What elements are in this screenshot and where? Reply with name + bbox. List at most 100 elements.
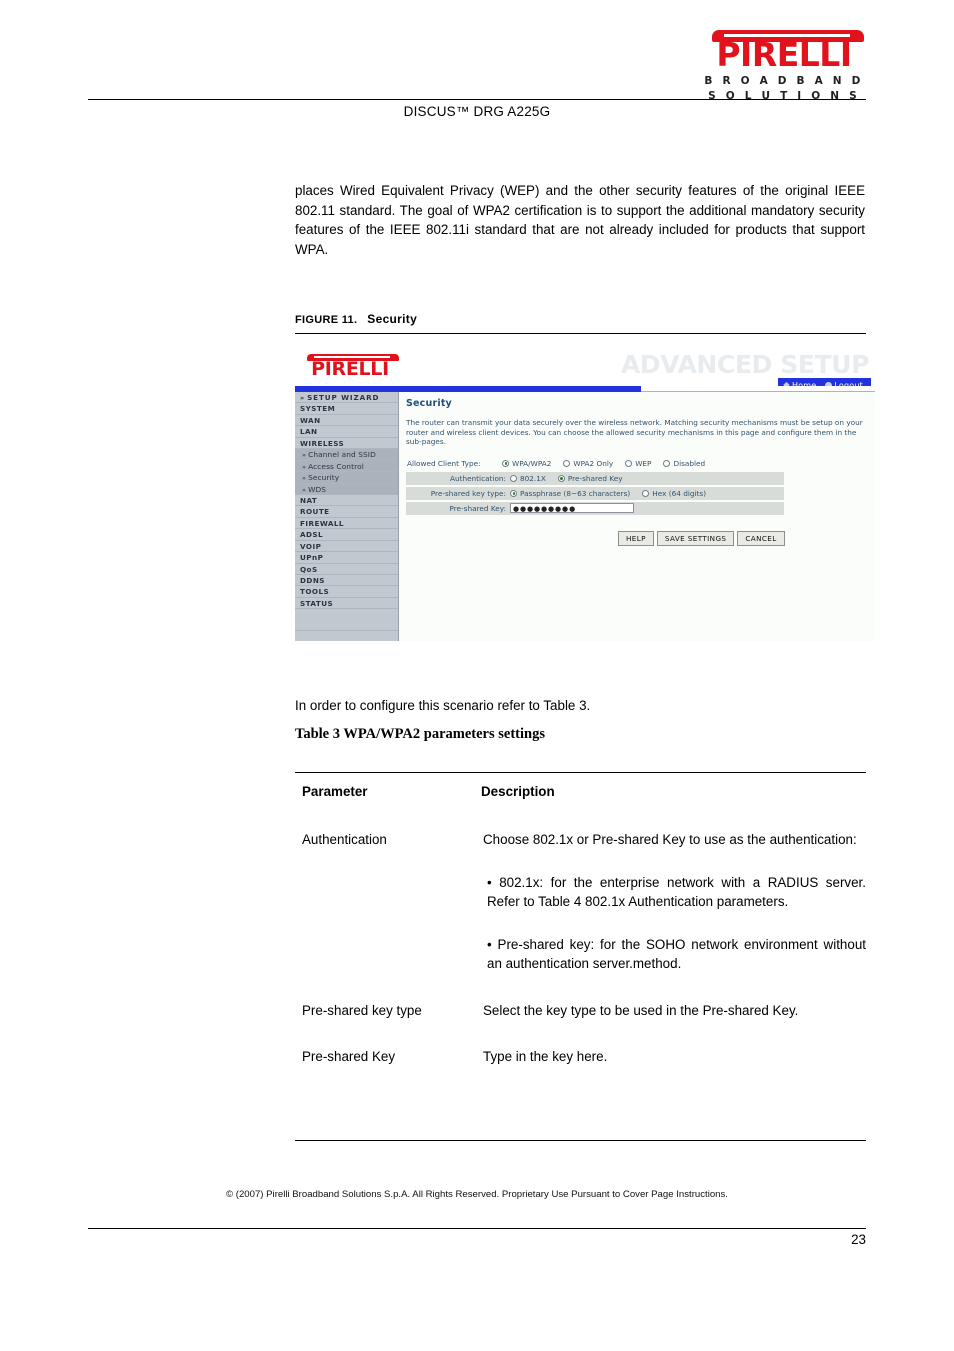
column-header-parameter: Parameter	[302, 784, 368, 799]
description-paragraph: Select the key type to be used in the Pr…	[483, 1002, 799, 1018]
table-cell-parameter: Pre-shared Key	[302, 1049, 396, 1064]
sidebar-item-label: WIRELESS	[300, 438, 345, 448]
radio-unselected-icon[interactable]	[663, 459, 671, 467]
pirelli-logo-mark: PIRELLI	[698, 28, 870, 72]
sidebar-item-lan[interactable]: LAN	[295, 426, 398, 438]
radio-option-802-1x[interactable]: 802.1X	[510, 474, 546, 483]
sidebar-item-ddns[interactable]: DDNS	[295, 575, 398, 587]
pirelli-wordmark: PIRELLI	[716, 35, 852, 74]
sidebar-item-label: Channel and SSID	[308, 450, 376, 460]
sidebar-item-route[interactable]: ROUTE	[295, 506, 398, 518]
form-row-allowed-client-type: Allowed Client Type: WPA/WPA2 WPA2 Only WEP…	[406, 457, 784, 470]
sidebar-item-label: WAN	[300, 415, 321, 425]
column-header-description: Description	[481, 784, 555, 799]
sidebar-item-tools[interactable]: TOOLS	[295, 586, 398, 598]
sidebar-item-access-control[interactable]: » Access Control	[295, 460, 398, 473]
radio-option-wep[interactable]: WEP	[625, 459, 651, 468]
table-top-divider	[295, 772, 866, 773]
document-title: DISCUS™ DRG A225G	[403, 104, 551, 119]
radio-option-label: WPA2 Only	[573, 458, 614, 468]
radio-option-label: Hex (64 digits)	[652, 488, 707, 498]
sidebar-item-label: SETUP WIZARD	[307, 393, 380, 402]
sidebar-item-label: Security	[308, 473, 340, 483]
radio-option-disabled[interactable]: Disabled	[663, 459, 705, 468]
radio-option-label: Passphrase (8~63 characters)	[520, 488, 631, 498]
sidebar-item-label: UPnP	[300, 553, 324, 563]
sidebar-item-upnp[interactable]: UPnP	[295, 552, 398, 564]
radio-unselected-icon[interactable]	[563, 459, 571, 467]
sidebar-item-label: WDS	[308, 484, 327, 494]
sidebar-item-label: FIREWALL	[300, 518, 344, 528]
sidebar-item-wireless[interactable]: WIRELESS	[295, 437, 398, 450]
radio-selected-icon[interactable]	[510, 489, 517, 497]
advanced-setup-heading: ADVANCED SETUP	[620, 350, 869, 379]
sidebar-item-adsl[interactable]: ADSL	[295, 529, 398, 541]
sidebar-item-label: VOIP	[300, 541, 322, 551]
table-header-row: Parameter Description	[295, 784, 867, 829]
sidebar-item-setup-wizard[interactable]: » SETUP WIZARD	[295, 392, 398, 404]
router-content-panel: Security The router can transmit your da…	[400, 392, 875, 641]
page-number: 23	[851, 1232, 866, 1247]
sidebar-item-label: TOOLS	[300, 587, 330, 597]
body-paragraph: places Wired Equivalent Privacy (WEP) an…	[295, 183, 865, 257]
refer-to-table-line: In order to configure this scenario refe…	[295, 698, 591, 713]
table-row: Pre-shared Key Type in the key here.	[295, 1046, 867, 1093]
radio-option-hex-64-digits[interactable]: Hex (64 digits)	[642, 489, 706, 498]
form-row-authentication: Authentication: 802.1X Pre-shared Key	[406, 471, 784, 485]
description-paragraph: • Pre-shared key: for the SOHO network e…	[487, 936, 866, 972]
panel-description: The router can transmit your data secure…	[406, 418, 863, 447]
sidebar-item-label: Access Control	[308, 461, 364, 471]
table-row: Authentication Choose 802.1x or Pre-shar…	[295, 829, 867, 1000]
sidebar-item-qos[interactable]: QoS	[295, 563, 398, 575]
radio-unselected-icon[interactable]	[625, 459, 633, 467]
panel-button-row: HELP SAVE SETTINGS CANCEL	[618, 530, 867, 546]
pre-shared-key-input[interactable]: ●●●●●●●●●	[510, 503, 634, 514]
table-cell-description: Choose 802.1x or Pre-shared Key to use a…	[481, 829, 867, 1000]
table-row: Pre-shared key type Select the key type t…	[295, 1000, 867, 1047]
radio-option-label: Pre-shared Key	[567, 473, 623, 483]
help-button[interactable]: HELP	[618, 530, 654, 546]
sidebar-item-label: ROUTE	[300, 507, 330, 517]
sidebar-item-security[interactable]: » Security	[295, 472, 398, 484]
radio-option-label: WPA/WPA2	[512, 458, 552, 468]
sidebar-item-wan[interactable]: WAN	[295, 414, 398, 427]
sidebar-item-voip[interactable]: VOIP	[295, 540, 398, 553]
radio-unselected-icon[interactable]	[510, 474, 517, 482]
form-row-label: Pre-shared key type:	[430, 488, 506, 498]
sidebar-item-channel-and-ssid[interactable]: » Channel and SSID	[295, 449, 398, 461]
pirelli-logo: PIRELLI B R O A D B A N D S O L U T I O …	[698, 28, 870, 102]
table-cell-parameter: Pre-shared key type	[302, 1002, 422, 1018]
form-row-label: Pre-shared Key:	[449, 503, 506, 513]
radio-option-wpa2-only[interactable]: WPA2 Only	[563, 459, 613, 468]
sidebar-item-firewall[interactable]: FIREWALL	[295, 517, 398, 530]
panel-title: Security	[406, 398, 452, 409]
sidebar-item-status[interactable]: STATUS	[295, 597, 398, 610]
radio-unselected-icon[interactable]	[642, 489, 650, 497]
table-cell-parameter: Authentication	[302, 832, 387, 847]
description-paragraph: Choose 802.1x or Pre-shared Key to use a…	[483, 832, 857, 847]
radio-option-passphrase-8-63-characters[interactable]: Passphrase (8~63 characters)	[510, 489, 630, 498]
brand-tagline-solutions: S O L U T I O N S	[708, 90, 860, 102]
description-paragraph: Type in the key here.	[483, 1049, 608, 1064]
radio-option-pre-shared-key[interactable]: Pre-shared Key	[557, 473, 623, 483]
form-row-label: Allowed Client Type:	[407, 458, 481, 468]
sidebar-item-nat[interactable]: NAT	[295, 494, 398, 507]
security-form: Allowed Client Type: WPA/WPA2 WPA2 Only WEP…	[406, 457, 784, 515]
chevron-right-icon: »	[302, 462, 307, 471]
sidebar-item-wds[interactable]: » WDS	[295, 483, 398, 495]
radio-selected-icon[interactable]	[502, 459, 509, 467]
form-row-pre-shared-key: Pre-shared Key: ●●●●●●●●●	[406, 501, 784, 515]
cancel-button[interactable]: CANCEL	[737, 530, 785, 546]
sidebar-item-label: NAT	[300, 495, 318, 505]
radio-option-label: 802.1X	[520, 473, 546, 483]
radio-option-wpa-wpa2[interactable]: WPA/WPA2	[502, 459, 551, 468]
router-ui-header: PIRELLI ADVANCED SETUP HomeLogout	[295, 350, 875, 393]
radio-option-label: WEP	[635, 458, 652, 468]
sidebar-item-label: STATUS	[300, 598, 334, 608]
sidebar-item-system[interactable]: SYSTEM	[295, 403, 398, 415]
sidebar-filler	[295, 609, 398, 632]
save-settings-button[interactable]: SAVE SETTINGS	[656, 530, 735, 546]
sidebar-item-label: LAN	[300, 427, 318, 437]
radio-selected-icon[interactable]	[557, 474, 565, 482]
router-logo-wordmark: PIRELLI	[311, 358, 389, 380]
